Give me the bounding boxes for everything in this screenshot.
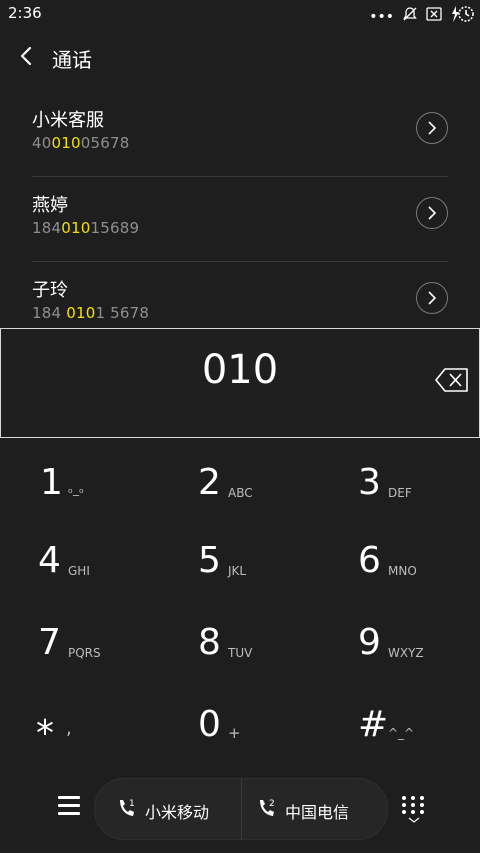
status-icons: •••	[369, 4, 474, 29]
chevron-right-icon	[428, 206, 437, 220]
hide-keypad-button[interactable]	[402, 796, 426, 824]
phone-sim1-icon: 1	[120, 799, 135, 816]
chevron-left-icon	[20, 46, 32, 66]
sim-call-buttons: 1 小米移动 2 中国电信	[94, 778, 388, 840]
bottom-bar: 1 小米移动 2 中国电信	[0, 778, 480, 840]
charging-icon	[450, 4, 474, 29]
contact-results-list: 小米客服 4001005678 燕婷 18401015689 子玲 184 01…	[0, 92, 480, 346]
contact-result-item[interactable]: 小米客服 4001005678	[32, 92, 448, 177]
dial-input-field[interactable]: 010	[0, 328, 480, 438]
call-sim1-button[interactable]: 1 小米移动	[95, 779, 242, 839]
dialed-number: 010	[201, 347, 279, 393]
key-2[interactable]: 2 ABC	[160, 448, 320, 528]
key-star[interactable]: ⁎ ,	[0, 692, 160, 772]
contact-name: 燕婷	[32, 195, 68, 216]
svg-text:2: 2	[269, 799, 275, 809]
contact-name: 子玲	[32, 280, 68, 301]
more-dots-icon: •••	[369, 8, 394, 25]
key-8[interactable]: 8 TUV	[160, 610, 320, 690]
status-time: 2:36	[8, 4, 42, 22]
contact-number: 4001005678	[32, 134, 130, 152]
key-1[interactable]: 1 ₒ_ₒ	[0, 448, 160, 528]
sim-x-icon	[426, 6, 442, 27]
key-3[interactable]: 3 DEF	[320, 448, 480, 528]
chevron-right-icon	[428, 291, 437, 305]
back-button[interactable]	[16, 42, 38, 70]
status-bar: 2:36 •••	[0, 0, 480, 28]
svg-text:1: 1	[129, 799, 135, 809]
backspace-icon	[435, 368, 468, 392]
contact-detail-button[interactable]	[416, 112, 448, 144]
bell-off-icon	[402, 6, 418, 27]
contact-detail-button[interactable]	[416, 197, 448, 229]
key-6[interactable]: 6 MNO	[320, 528, 480, 608]
contact-detail-button[interactable]	[416, 282, 448, 314]
contact-name: 小米客服	[32, 110, 104, 131]
key-4[interactable]: 4 GHI	[0, 528, 160, 608]
backspace-button[interactable]	[435, 367, 469, 393]
chevron-down-icon	[408, 817, 420, 823]
key-hash[interactable]: # ^_^	[320, 692, 480, 772]
call-sim2-button[interactable]: 2 中国电信	[241, 779, 387, 839]
phone-sim2-icon: 2	[260, 799, 275, 816]
chevron-right-icon	[428, 121, 437, 135]
sim2-label: 中国电信	[285, 803, 350, 822]
contact-number: 18401015689	[32, 219, 140, 237]
sim1-label: 小米移动	[145, 803, 210, 822]
contact-number: 184 0101 5678	[32, 304, 150, 322]
title-bar: 通话	[0, 34, 480, 80]
key-9[interactable]: 9 WXYZ	[320, 610, 480, 690]
page-title: 通话	[52, 48, 92, 72]
key-0[interactable]: 0 +	[160, 692, 320, 772]
menu-button[interactable]	[58, 796, 80, 816]
key-7[interactable]: 7 PQRS	[0, 610, 160, 690]
voicemail-icon: ₒ_ₒ	[68, 482, 84, 496]
key-5[interactable]: 5 JKL	[160, 528, 320, 608]
contact-result-item[interactable]: 燕婷 18401015689	[32, 177, 448, 262]
